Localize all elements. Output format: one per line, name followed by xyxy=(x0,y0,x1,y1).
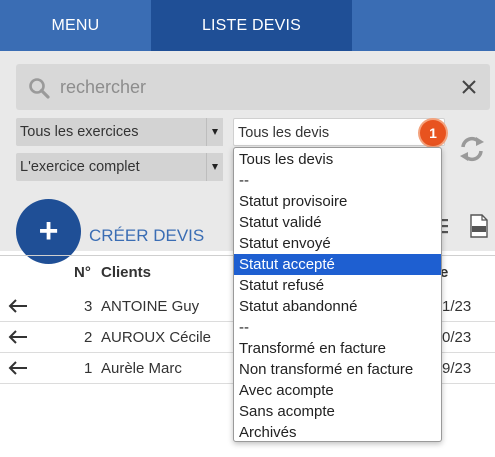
search-input[interactable]: rechercher xyxy=(60,64,146,110)
arrow-left-icon[interactable] xyxy=(8,361,28,375)
periode-select[interactable]: L'exercice complet xyxy=(16,153,223,181)
devis-status-select-value: Tous les devis xyxy=(238,125,330,141)
refresh-icon[interactable] xyxy=(457,134,487,164)
dropdown-option[interactable]: Statut refusé xyxy=(234,275,441,296)
row-date: 0/23 xyxy=(442,329,472,346)
row-num: 1 xyxy=(84,360,93,377)
step-badge: 1 xyxy=(420,120,446,146)
dropdown-option[interactable]: Tous les devis xyxy=(234,149,441,170)
exercices-select[interactable]: Tous les exercices xyxy=(16,118,223,146)
chevron-down-icon xyxy=(206,118,223,146)
dropdown-option[interactable]: Non transformé en facture xyxy=(234,359,441,380)
row-client: AUROUX Cécile xyxy=(101,329,212,346)
dropdown-option[interactable]: Sans acompte xyxy=(234,401,441,422)
dropdown-option[interactable]: Avec acompte xyxy=(234,380,441,401)
tab-menu[interactable]: MENU xyxy=(0,0,151,51)
exercices-select-value: Tous les exercices xyxy=(20,124,139,140)
search-bar[interactable]: rechercher xyxy=(16,64,490,110)
tab-liste-devis[interactable]: LISTE DEVIS xyxy=(151,0,352,51)
row-num: 3 xyxy=(84,298,93,315)
column-header-client[interactable]: Clients xyxy=(101,264,151,281)
dropdown-option[interactable]: Transformé en facture xyxy=(234,338,441,359)
close-icon[interactable] xyxy=(460,78,478,96)
column-header-num[interactable]: N° xyxy=(74,264,91,281)
dropdown-option[interactable]: Statut abandonné xyxy=(234,296,441,317)
arrow-left-icon[interactable] xyxy=(8,330,28,344)
devis-status-dropdown-list: Tous les devis -- Statut provisoire Stat… xyxy=(233,147,442,442)
search-icon xyxy=(29,78,50,99)
row-client: ANTOINE Guy xyxy=(101,298,200,315)
dropdown-option[interactable]: Statut envoyé xyxy=(234,233,441,254)
dropdown-option[interactable]: Statut accepté xyxy=(234,254,441,275)
row-date: 9/23 xyxy=(442,360,472,377)
dropdown-option[interactable]: -- xyxy=(234,170,441,191)
devis-status-select[interactable]: Tous les devis xyxy=(233,118,445,146)
dropdown-option[interactable]: -- xyxy=(234,317,441,338)
row-client: Aurèle Marc xyxy=(101,360,182,377)
dropdown-option[interactable]: Archivés xyxy=(234,422,441,443)
create-devis-link[interactable]: CRÉER DEVIS xyxy=(89,226,204,246)
row-num: 2 xyxy=(84,329,93,346)
pdf-icon[interactable] xyxy=(469,214,489,238)
tab-bar: MENU LISTE DEVIS xyxy=(0,0,495,51)
chevron-down-icon xyxy=(206,153,223,181)
periode-select-value: L'exercice complet xyxy=(20,159,140,175)
dropdown-option[interactable]: Statut validé xyxy=(234,212,441,233)
arrow-left-icon[interactable] xyxy=(8,299,28,313)
dropdown-option[interactable]: Statut provisoire xyxy=(234,191,441,212)
row-date: 1/23 xyxy=(442,298,472,315)
